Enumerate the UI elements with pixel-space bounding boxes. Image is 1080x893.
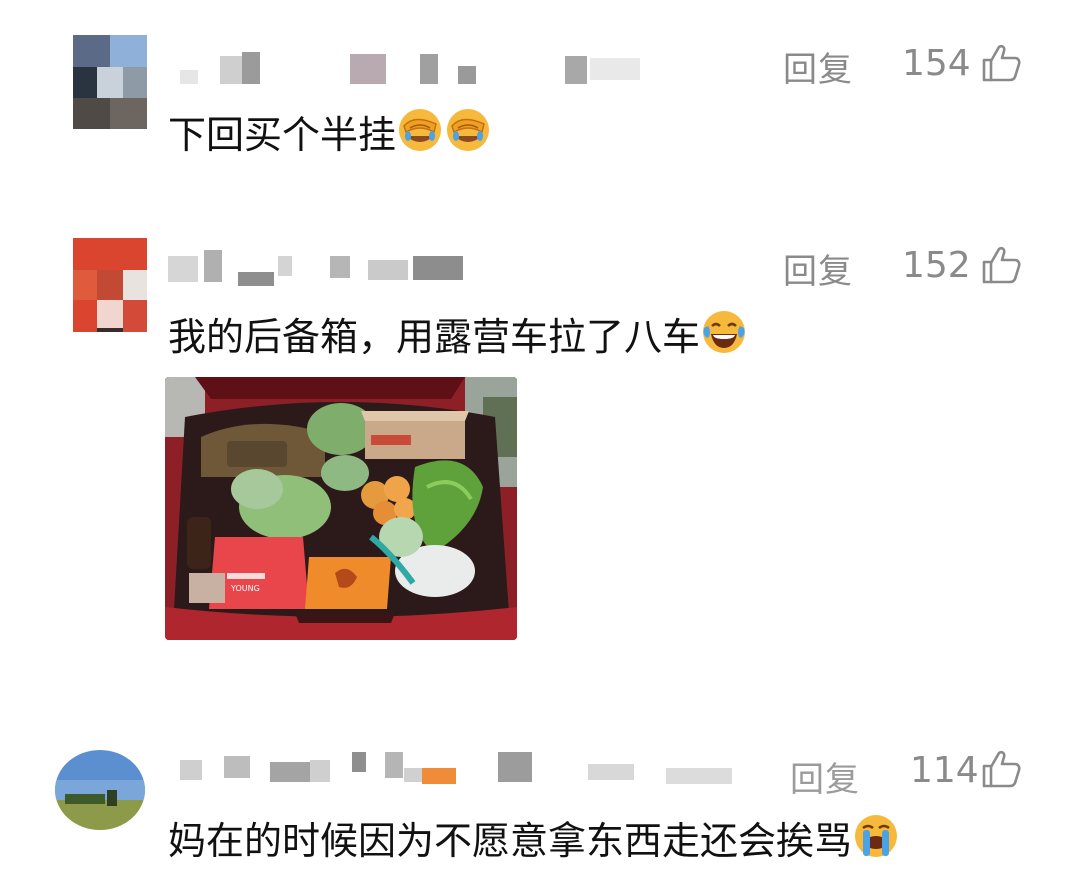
like-count: 114	[910, 750, 979, 791]
username-blurred[interactable]	[180, 750, 780, 790]
thumbs-up-icon[interactable]	[980, 748, 1022, 790]
comment-text: 妈在的时候因为不愿意拿东西走还会挨骂	[168, 810, 900, 865]
comment-item: 回复 114 妈在的时候因为不愿意拿东西走还会挨骂	[0, 0, 1080, 893]
comment-body: 妈在的时候因为不愿意拿东西走还会挨骂	[168, 819, 853, 863]
reply-button[interactable]: 回复	[790, 752, 860, 801]
loudly-crying-emoji-icon	[855, 815, 898, 857]
avatar[interactable]	[55, 750, 145, 830]
